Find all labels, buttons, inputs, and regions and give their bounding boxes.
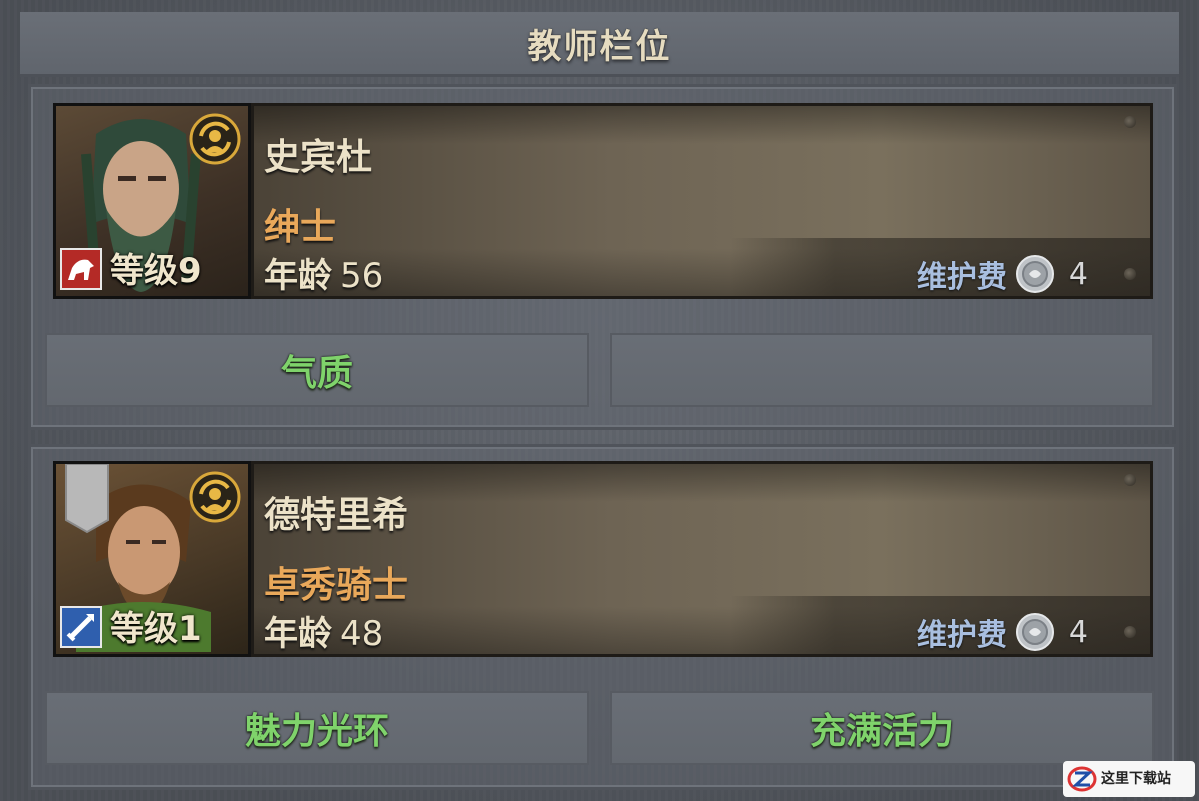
age-value: 48 — [340, 614, 384, 654]
upkeep-label: 维护费 — [916, 260, 1007, 295]
teacher-slot-1: 等级9 史宾杜 绅士 年龄 56 维护费 4 气质 — [28, 84, 1177, 430]
watermark-text: 这里下载站 — [1101, 771, 1171, 787]
swap-icon[interactable] — [188, 112, 242, 166]
teacher-class: 卓秀骑士 — [264, 565, 409, 606]
watermark: 这里下载站 — [1063, 761, 1195, 797]
title-bar: 教师栏位 — [20, 12, 1179, 77]
upkeep-value: 4 — [1068, 614, 1088, 650]
level-label: 等级9 — [110, 251, 202, 291]
teacher-name: 史宾杜 — [264, 137, 373, 178]
upkeep: 维护费 4 — [917, 610, 1088, 654]
age-label: 年龄 — [264, 256, 332, 296]
teacher-slots-screen: 教师栏位 等级9 史宾杜 绅士 年龄 56 维护费 4 气质 等级1 德特里希 … — [0, 0, 1199, 801]
banner-shield-icon — [65, 464, 109, 534]
teacher-portrait[interactable]: 等级1 — [53, 461, 251, 657]
teacher-card[interactable]: 等级1 德特里希 卓秀骑士 年龄 48 维护费 4 — [53, 461, 1153, 657]
teacher-age: 年龄 48 — [264, 606, 383, 655]
watermark-logo-icon — [1067, 766, 1097, 792]
silver-coin-icon — [1015, 613, 1054, 651]
trait-slot-2[interactable]: 充满活力 — [610, 691, 1154, 765]
teacher-info-plate: 史宾杜 绅士 年龄 56 维护费 4 — [251, 103, 1153, 299]
upkeep-value: 4 — [1068, 256, 1088, 292]
upkeep-label: 维护费 — [916, 618, 1007, 653]
age-label: 年龄 — [264, 614, 332, 654]
trait-slot-1[interactable]: 魅力光环 — [45, 691, 589, 765]
level-label: 等级1 — [110, 609, 202, 649]
swap-icon[interactable] — [188, 470, 242, 524]
horse-icon — [60, 248, 102, 290]
teacher-class: 绅士 — [264, 207, 337, 248]
sword-icon — [60, 606, 102, 648]
page-title: 教师栏位 — [527, 26, 672, 67]
upkeep: 维护费 4 — [917, 252, 1088, 296]
teacher-age: 年龄 56 — [264, 248, 383, 297]
silver-coin-icon — [1015, 255, 1054, 293]
trait-label: 魅力光环 — [244, 711, 389, 752]
trait-label: 气质 — [280, 353, 353, 394]
trait-label: 充满活力 — [809, 711, 954, 752]
teacher-portrait[interactable]: 等级9 — [53, 103, 251, 299]
teacher-card[interactable]: 等级9 史宾杜 绅士 年龄 56 维护费 4 — [53, 103, 1153, 299]
teacher-name: 德特里希 — [264, 495, 409, 536]
age-value: 56 — [340, 256, 384, 296]
trait-slot-2[interactable] — [610, 333, 1154, 407]
teacher-slot-2: 等级1 德特里希 卓秀骑士 年龄 48 维护费 4 魅力光环 充满活力 — [28, 444, 1177, 790]
teacher-info-plate: 德特里希 卓秀骑士 年龄 48 维护费 4 — [251, 461, 1153, 657]
trait-slot-1[interactable]: 气质 — [45, 333, 589, 407]
